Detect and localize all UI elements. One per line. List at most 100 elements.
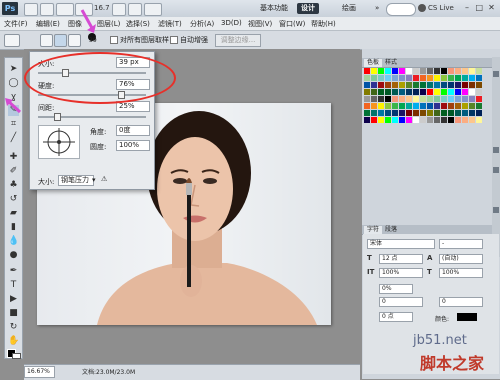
color-swatch[interactable] bbox=[434, 75, 440, 81]
color-swatch[interactable] bbox=[392, 68, 398, 74]
menu-file[interactable]: 文件(F) bbox=[4, 19, 28, 29]
color-swatch[interactable] bbox=[448, 117, 454, 123]
type-tool-icon[interactable]: T bbox=[8, 280, 19, 291]
color-swatch[interactable] bbox=[364, 103, 370, 109]
move-tool-icon[interactable]: ➤ bbox=[8, 64, 19, 75]
color-swatch[interactable] bbox=[371, 82, 377, 88]
color-swatch[interactable] bbox=[434, 117, 440, 123]
color-swatch[interactable] bbox=[378, 75, 384, 81]
color-swatch[interactable] bbox=[427, 96, 433, 102]
workspace-essentials[interactable]: 基本功能 bbox=[256, 3, 292, 14]
tracking-input[interactable]: 0 bbox=[439, 297, 483, 307]
color-swatch[interactable] bbox=[469, 96, 475, 102]
color-swatch[interactable] bbox=[385, 75, 391, 81]
color-swatch[interactable] bbox=[427, 117, 433, 123]
color-swatch[interactable] bbox=[455, 103, 461, 109]
color-swatch[interactable] bbox=[364, 117, 370, 123]
background-color-swatch[interactable] bbox=[12, 353, 21, 359]
close-button[interactable]: ✕ bbox=[486, 3, 496, 13]
color-swatch[interactable] bbox=[378, 82, 384, 88]
color-swatch[interactable] bbox=[427, 103, 433, 109]
color-swatch[interactable] bbox=[378, 68, 384, 74]
color-swatch[interactable] bbox=[427, 89, 433, 95]
color-swatch[interactable] bbox=[427, 68, 433, 74]
screen-mode-button[interactable] bbox=[144, 3, 162, 16]
color-swatch[interactable] bbox=[371, 89, 377, 95]
color-swatch[interactable] bbox=[413, 117, 419, 123]
hand-tool-icon[interactable]: ✋ bbox=[8, 336, 19, 347]
vertical-scale-input[interactable]: 100% bbox=[379, 268, 423, 278]
font-size-input[interactable]: 12 点 bbox=[379, 254, 423, 264]
subtract-from-selection-button[interactable] bbox=[68, 34, 81, 47]
color-swatch[interactable] bbox=[371, 96, 377, 102]
add-to-selection-button[interactable] bbox=[54, 34, 67, 47]
color-swatch[interactable] bbox=[476, 82, 482, 88]
color-swatch[interactable] bbox=[476, 110, 482, 116]
spacing-slider-thumb[interactable] bbox=[54, 113, 61, 121]
color-swatch[interactable] bbox=[434, 103, 440, 109]
color-swatch[interactable] bbox=[434, 110, 440, 116]
color-swatch[interactable] bbox=[392, 75, 398, 81]
color-swatch[interactable] bbox=[427, 82, 433, 88]
color-swatch[interactable] bbox=[420, 117, 426, 123]
color-swatch[interactable] bbox=[455, 68, 461, 74]
color-swatch[interactable] bbox=[399, 89, 405, 95]
history-brush-tool-icon[interactable]: ↺ bbox=[8, 194, 19, 205]
baseline-shift-input[interactable]: 0 点 bbox=[379, 312, 413, 322]
color-swatch[interactable] bbox=[462, 68, 468, 74]
color-swatch[interactable] bbox=[462, 75, 468, 81]
color-swatch[interactable] bbox=[378, 117, 384, 123]
color-swatch[interactable] bbox=[441, 89, 447, 95]
color-swatch[interactable] bbox=[441, 110, 447, 116]
color-swatch[interactable] bbox=[476, 96, 482, 102]
color-swatch[interactable] bbox=[399, 96, 405, 102]
tab-swatches[interactable]: 色板 bbox=[364, 59, 383, 67]
color-swatch[interactable] bbox=[392, 103, 398, 109]
color-swatch[interactable] bbox=[476, 89, 482, 95]
color-swatch[interactable] bbox=[420, 96, 426, 102]
color-swatch[interactable] bbox=[413, 96, 419, 102]
color-swatch[interactable] bbox=[371, 117, 377, 123]
color-swatch[interactable] bbox=[385, 110, 391, 116]
color-swatch[interactable] bbox=[385, 68, 391, 74]
text-color-swatch[interactable] bbox=[457, 313, 477, 321]
color-swatch[interactable] bbox=[406, 96, 412, 102]
color-swatch[interactable] bbox=[399, 75, 405, 81]
color-swatch[interactable] bbox=[406, 117, 412, 123]
color-swatch[interactable] bbox=[385, 103, 391, 109]
color-swatch[interactable] bbox=[364, 68, 370, 74]
color-swatch[interactable] bbox=[434, 82, 440, 88]
tab-paragraph[interactable]: 段落 bbox=[382, 226, 400, 234]
color-swatch[interactable] bbox=[378, 103, 384, 109]
color-swatch[interactable] bbox=[462, 82, 468, 88]
color-swatch[interactable] bbox=[364, 96, 370, 102]
color-swatch[interactable] bbox=[392, 117, 398, 123]
color-swatch[interactable] bbox=[378, 110, 384, 116]
size-control-select[interactable]: 钢笔压力 bbox=[58, 175, 94, 186]
color-swatch[interactable] bbox=[371, 75, 377, 81]
eraser-tool-icon[interactable]: ▰ bbox=[8, 208, 19, 219]
color-swatch[interactable] bbox=[413, 103, 419, 109]
color-swatch[interactable] bbox=[385, 82, 391, 88]
auto-enhance-checkbox[interactable]: 自动增强 bbox=[170, 35, 208, 45]
leading-input[interactable]: (自动) bbox=[439, 254, 483, 264]
color-swatch[interactable] bbox=[469, 110, 475, 116]
color-swatch[interactable] bbox=[427, 75, 433, 81]
menu-window[interactable]: 窗口(W) bbox=[279, 19, 305, 29]
color-swatch[interactable] bbox=[385, 96, 391, 102]
pen-tool-icon[interactable]: ✒ bbox=[8, 266, 19, 277]
color-swatch[interactable] bbox=[448, 103, 454, 109]
bridge-button[interactable] bbox=[24, 3, 38, 16]
color-swatch[interactable] bbox=[469, 68, 475, 74]
color-swatch[interactable] bbox=[448, 110, 454, 116]
color-swatch[interactable] bbox=[406, 82, 412, 88]
color-swatch[interactable] bbox=[364, 82, 370, 88]
swatch-grid[interactable] bbox=[364, 68, 488, 124]
color-swatch[interactable] bbox=[476, 75, 482, 81]
3d-rotate-tool-icon[interactable]: ↻ bbox=[8, 322, 19, 333]
color-swatch[interactable] bbox=[420, 89, 426, 95]
color-swatch[interactable] bbox=[406, 68, 412, 74]
refine-edge-button[interactable]: 调整边缘... bbox=[215, 34, 261, 47]
zoom-field[interactable]: 16.67% bbox=[24, 366, 55, 378]
color-swatch[interactable] bbox=[476, 117, 482, 123]
